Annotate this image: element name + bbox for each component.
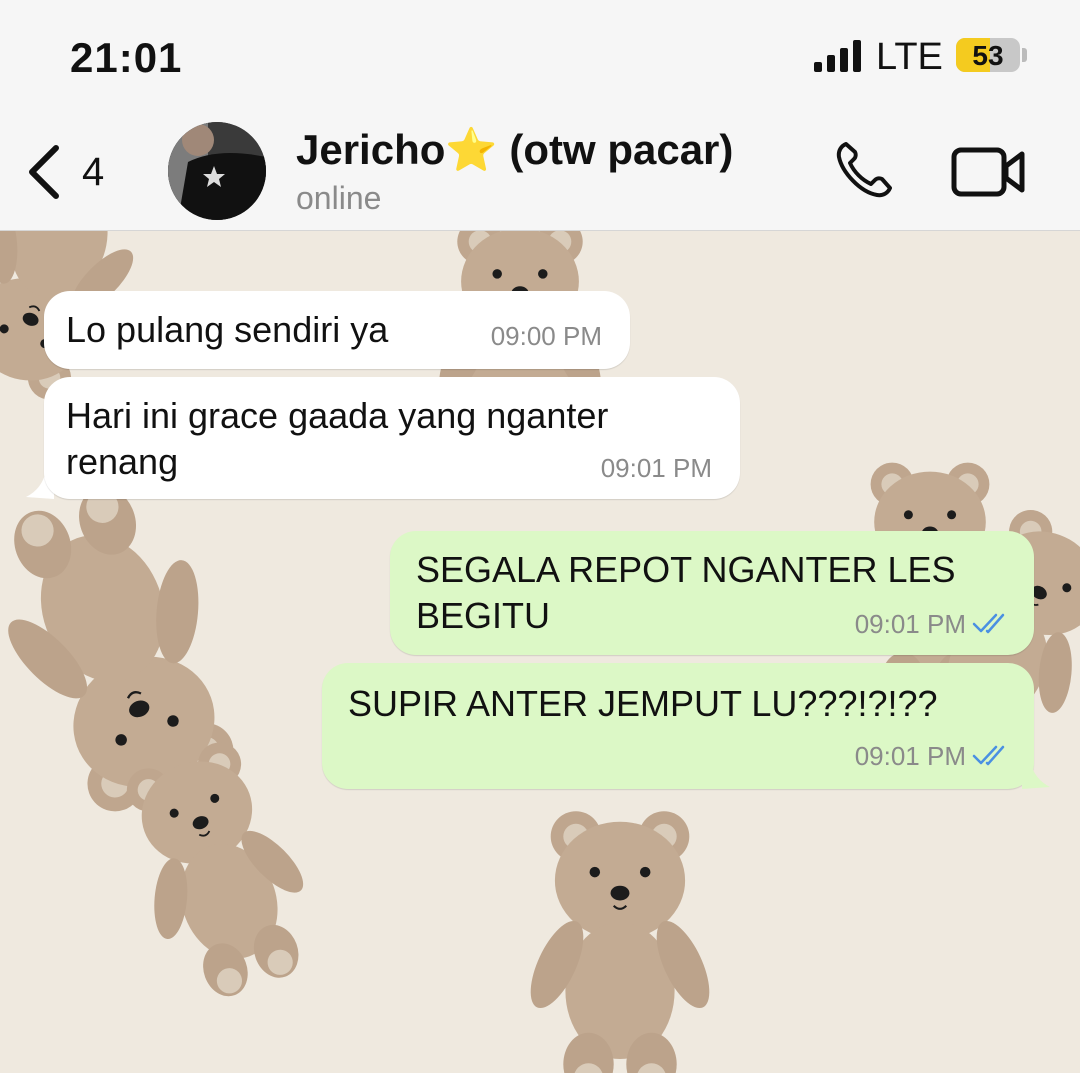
message-bubble-incoming[interactable]: Hari ini grace gaada yang nganter renang… — [44, 377, 740, 499]
message-time: 09:01 PM — [854, 741, 966, 771]
bubble-tail-outgoing — [1022, 761, 1050, 789]
battery-icon: 53 — [956, 38, 1020, 72]
avatar[interactable] — [168, 122, 266, 220]
phone-icon[interactable] — [832, 138, 896, 202]
message-time: 09:01 PM — [600, 453, 712, 483]
status-time: 21:01 — [70, 34, 183, 81]
chevron-left-icon[interactable] — [22, 144, 66, 200]
message-time: 09:00 PM — [490, 321, 602, 351]
battery-tip — [1022, 48, 1027, 62]
signal-bars-icon — [814, 40, 861, 72]
message-bubble-outgoing[interactable]: SUPIR ANTER JEMPUT LU???!?!?? 09:01 PM — [322, 663, 1034, 789]
video-camera-icon[interactable] — [950, 144, 1028, 200]
double-check-icon — [972, 613, 1005, 634]
message-time: 09:01 PM — [854, 609, 966, 639]
avatar-photo — [168, 122, 266, 220]
message-text: Lo pulang sendiri ya — [66, 309, 389, 350]
message-text: SUPIR ANTER JEMPUT LU???!?!?? — [348, 683, 938, 724]
message-text: Hari ini grace gaada yang nganter renang — [66, 395, 609, 482]
chat-area[interactable]: Lo pulang sendiri ya 09:00 PM Hari ini g… — [0, 231, 1080, 1073]
network-type: LTE — [876, 36, 943, 78]
double-check-icon — [972, 745, 1005, 766]
contact-status: online — [296, 180, 382, 216]
chat-header: 4 Jericho⭐️ (otw pacar) online — [0, 100, 1080, 231]
message-bubble-outgoing[interactable]: SEGALA REPOT NGANTER LES BEGITU 09:01 PM — [390, 531, 1034, 655]
unread-count[interactable]: 4 — [82, 150, 104, 195]
message-bubble-incoming[interactable]: Lo pulang sendiri ya 09:00 PM — [44, 291, 630, 369]
contact-name[interactable]: Jericho⭐️ (otw pacar) — [296, 126, 733, 175]
battery-level: 53 — [972, 40, 1004, 71]
status-bar: 21:01 LTE 53 — [0, 0, 1080, 100]
